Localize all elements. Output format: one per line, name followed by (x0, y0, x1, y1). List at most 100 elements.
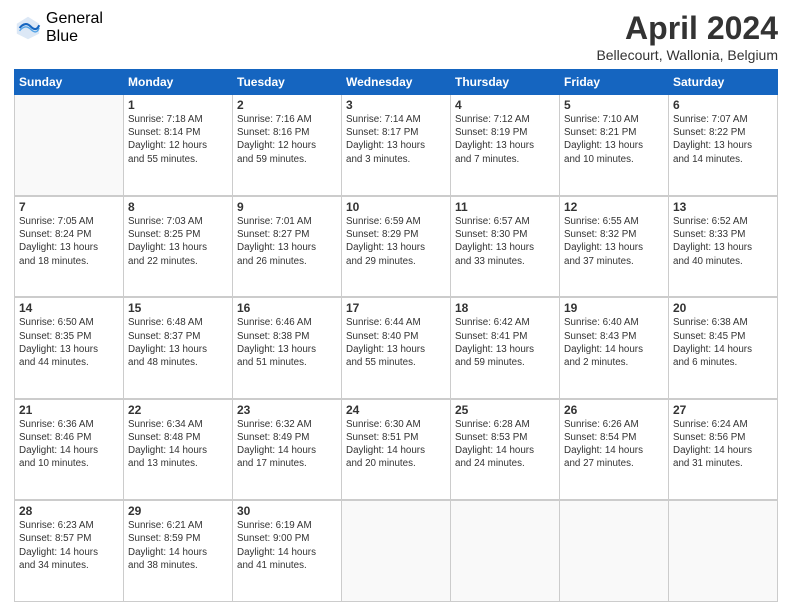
calendar-cell: 5Sunrise: 7:10 AM Sunset: 8:21 PM Daylig… (560, 95, 669, 196)
calendar-cell: 6Sunrise: 7:07 AM Sunset: 8:22 PM Daylig… (669, 95, 778, 196)
calendar-table: SundayMondayTuesdayWednesdayThursdayFrid… (14, 69, 778, 602)
day-number: 30 (237, 504, 337, 518)
day-info: Sunrise: 7:10 AM Sunset: 8:21 PM Dayligh… (564, 113, 664, 166)
day-info: Sunrise: 7:14 AM Sunset: 8:17 PM Dayligh… (346, 113, 446, 166)
day-info: Sunrise: 6:52 AM Sunset: 8:33 PM Dayligh… (673, 215, 773, 268)
calendar-cell: 27Sunrise: 6:24 AM Sunset: 8:56 PM Dayli… (669, 399, 778, 500)
calendar-cell: 7Sunrise: 7:05 AM Sunset: 8:24 PM Daylig… (15, 196, 124, 297)
calendar-header-row: SundayMondayTuesdayWednesdayThursdayFrid… (15, 70, 778, 95)
calendar-cell: 17Sunrise: 6:44 AM Sunset: 8:40 PM Dayli… (342, 297, 451, 398)
calendar-week-row: 21Sunrise: 6:36 AM Sunset: 8:46 PM Dayli… (15, 399, 778, 500)
calendar-week-row: 1Sunrise: 7:18 AM Sunset: 8:14 PM Daylig… (15, 95, 778, 196)
day-number: 5 (564, 98, 664, 112)
day-number: 21 (19, 403, 119, 417)
day-info: Sunrise: 6:55 AM Sunset: 8:32 PM Dayligh… (564, 215, 664, 268)
day-number: 7 (19, 200, 119, 214)
day-number: 1 (128, 98, 228, 112)
day-info: Sunrise: 6:28 AM Sunset: 8:53 PM Dayligh… (455, 418, 555, 471)
day-info: Sunrise: 7:03 AM Sunset: 8:25 PM Dayligh… (128, 215, 228, 268)
calendar-cell (451, 500, 560, 601)
day-info: Sunrise: 7:01 AM Sunset: 8:27 PM Dayligh… (237, 215, 337, 268)
calendar-cell: 14Sunrise: 6:50 AM Sunset: 8:35 PM Dayli… (15, 297, 124, 398)
calendar-cell: 28Sunrise: 6:23 AM Sunset: 8:57 PM Dayli… (15, 500, 124, 601)
day-number: 2 (237, 98, 337, 112)
col-header-wednesday: Wednesday (342, 70, 451, 95)
day-number: 9 (237, 200, 337, 214)
calendar-cell: 23Sunrise: 6:32 AM Sunset: 8:49 PM Dayli… (233, 399, 342, 500)
day-info: Sunrise: 6:48 AM Sunset: 8:37 PM Dayligh… (128, 316, 228, 369)
day-info: Sunrise: 6:21 AM Sunset: 8:59 PM Dayligh… (128, 519, 228, 572)
col-header-friday: Friday (560, 70, 669, 95)
logo-general: General (46, 10, 103, 28)
col-header-tuesday: Tuesday (233, 70, 342, 95)
day-number: 15 (128, 301, 228, 315)
calendar-cell (15, 95, 124, 196)
calendar-cell: 26Sunrise: 6:26 AM Sunset: 8:54 PM Dayli… (560, 399, 669, 500)
day-info: Sunrise: 6:44 AM Sunset: 8:40 PM Dayligh… (346, 316, 446, 369)
title-area: April 2024 Bellecourt, Wallonia, Belgium (596, 10, 778, 63)
calendar-cell: 25Sunrise: 6:28 AM Sunset: 8:53 PM Dayli… (451, 399, 560, 500)
day-info: Sunrise: 6:50 AM Sunset: 8:35 PM Dayligh… (19, 316, 119, 369)
day-info: Sunrise: 7:16 AM Sunset: 8:16 PM Dayligh… (237, 113, 337, 166)
day-number: 28 (19, 504, 119, 518)
calendar-cell: 3Sunrise: 7:14 AM Sunset: 8:17 PM Daylig… (342, 95, 451, 196)
calendar-cell: 13Sunrise: 6:52 AM Sunset: 8:33 PM Dayli… (669, 196, 778, 297)
day-number: 17 (346, 301, 446, 315)
col-header-sunday: Sunday (15, 70, 124, 95)
day-info: Sunrise: 6:36 AM Sunset: 8:46 PM Dayligh… (19, 418, 119, 471)
day-info: Sunrise: 7:07 AM Sunset: 8:22 PM Dayligh… (673, 113, 773, 166)
generalblue-logo-icon (14, 14, 42, 42)
day-number: 29 (128, 504, 228, 518)
calendar-cell (669, 500, 778, 601)
col-header-monday: Monday (124, 70, 233, 95)
location: Bellecourt, Wallonia, Belgium (596, 47, 778, 63)
day-number: 22 (128, 403, 228, 417)
logo: General Blue (14, 10, 103, 45)
day-number: 8 (128, 200, 228, 214)
day-number: 13 (673, 200, 773, 214)
day-info: Sunrise: 6:38 AM Sunset: 8:45 PM Dayligh… (673, 316, 773, 369)
calendar-cell: 2Sunrise: 7:16 AM Sunset: 8:16 PM Daylig… (233, 95, 342, 196)
calendar-cell: 8Sunrise: 7:03 AM Sunset: 8:25 PM Daylig… (124, 196, 233, 297)
day-info: Sunrise: 6:40 AM Sunset: 8:43 PM Dayligh… (564, 316, 664, 369)
day-number: 6 (673, 98, 773, 112)
day-number: 26 (564, 403, 664, 417)
day-info: Sunrise: 6:46 AM Sunset: 8:38 PM Dayligh… (237, 316, 337, 369)
day-info: Sunrise: 6:26 AM Sunset: 8:54 PM Dayligh… (564, 418, 664, 471)
calendar-cell: 1Sunrise: 7:18 AM Sunset: 8:14 PM Daylig… (124, 95, 233, 196)
day-info: Sunrise: 7:12 AM Sunset: 8:19 PM Dayligh… (455, 113, 555, 166)
calendar-cell: 30Sunrise: 6:19 AM Sunset: 9:00 PM Dayli… (233, 500, 342, 601)
calendar-cell: 18Sunrise: 6:42 AM Sunset: 8:41 PM Dayli… (451, 297, 560, 398)
day-number: 24 (346, 403, 446, 417)
day-number: 19 (564, 301, 664, 315)
day-info: Sunrise: 6:57 AM Sunset: 8:30 PM Dayligh… (455, 215, 555, 268)
col-header-thursday: Thursday (451, 70, 560, 95)
day-number: 23 (237, 403, 337, 417)
calendar-week-row: 7Sunrise: 7:05 AM Sunset: 8:24 PM Daylig… (15, 196, 778, 297)
day-number: 10 (346, 200, 446, 214)
day-number: 20 (673, 301, 773, 315)
calendar-cell: 15Sunrise: 6:48 AM Sunset: 8:37 PM Dayli… (124, 297, 233, 398)
day-number: 27 (673, 403, 773, 417)
month-title: April 2024 (596, 10, 778, 47)
calendar-cell: 4Sunrise: 7:12 AM Sunset: 8:19 PM Daylig… (451, 95, 560, 196)
calendar-cell: 24Sunrise: 6:30 AM Sunset: 8:51 PM Dayli… (342, 399, 451, 500)
calendar-cell: 16Sunrise: 6:46 AM Sunset: 8:38 PM Dayli… (233, 297, 342, 398)
day-info: Sunrise: 6:34 AM Sunset: 8:48 PM Dayligh… (128, 418, 228, 471)
col-header-saturday: Saturday (669, 70, 778, 95)
day-number: 4 (455, 98, 555, 112)
calendar-cell: 11Sunrise: 6:57 AM Sunset: 8:30 PM Dayli… (451, 196, 560, 297)
calendar-cell: 12Sunrise: 6:55 AM Sunset: 8:32 PM Dayli… (560, 196, 669, 297)
calendar-cell: 22Sunrise: 6:34 AM Sunset: 8:48 PM Dayli… (124, 399, 233, 500)
day-number: 3 (346, 98, 446, 112)
calendar-week-row: 14Sunrise: 6:50 AM Sunset: 8:35 PM Dayli… (15, 297, 778, 398)
day-number: 18 (455, 301, 555, 315)
calendar-cell (560, 500, 669, 601)
day-number: 25 (455, 403, 555, 417)
logo-text: General Blue (46, 10, 103, 45)
calendar-cell: 10Sunrise: 6:59 AM Sunset: 8:29 PM Dayli… (342, 196, 451, 297)
day-info: Sunrise: 6:23 AM Sunset: 8:57 PM Dayligh… (19, 519, 119, 572)
calendar-cell: 9Sunrise: 7:01 AM Sunset: 8:27 PM Daylig… (233, 196, 342, 297)
day-info: Sunrise: 7:18 AM Sunset: 8:14 PM Dayligh… (128, 113, 228, 166)
day-number: 14 (19, 301, 119, 315)
